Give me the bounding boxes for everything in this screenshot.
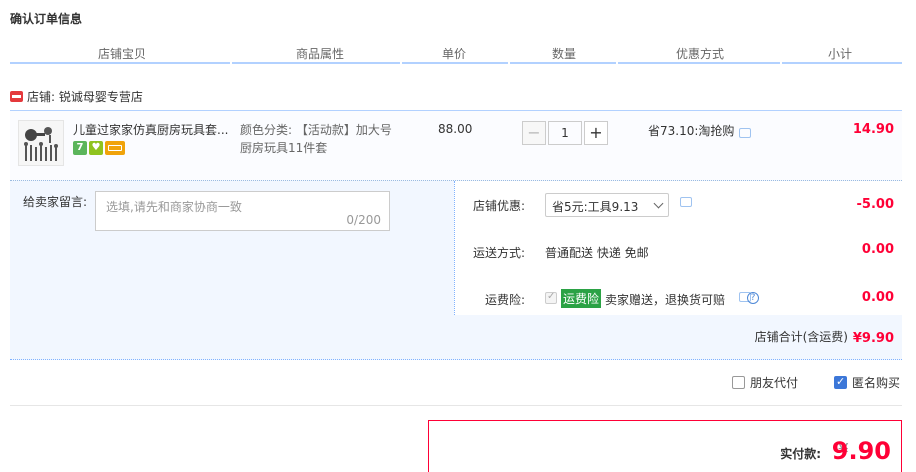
promo-method: 省73.10:淘抢购 (648, 122, 752, 139)
shipping-amount: 0.00 (861, 242, 894, 257)
section-title: 确认订单信息 (10, 12, 83, 26)
sku-line: 颜色分类: 【活动款】加大号 (240, 123, 392, 137)
shipping-label: 运送方式: (472, 246, 525, 260)
order-details: 给卖家留言: 选填,请先和商家协商一致 0/200 店铺优惠: 省5元:工具9.… (10, 180, 902, 360)
shop-name[interactable]: 店铺: 锐诚母婴专营店 (27, 88, 143, 105)
column-label: 店铺宝贝 (98, 47, 147, 61)
item-subtotal: 14.90 (852, 122, 894, 137)
seller-message-input[interactable]: 选填,请先和商家协商一致 0/200 (95, 191, 390, 231)
chat-icon[interactable] (680, 197, 692, 207)
column-label: 数量 (552, 47, 577, 61)
product-title[interactable]: 儿童过家家仿真厨房玩具套... (73, 121, 233, 138)
heart-icon[interactable]: ♥ (89, 141, 103, 155)
product-attributes: 颜色分类: 【活动款】加大号 厨房玩具11件套 (240, 121, 410, 157)
increase-button[interactable]: + (584, 121, 608, 145)
7-day-return-icon[interactable]: 7 (73, 141, 87, 155)
insurance-desc: 卖家赠送，退换货可赔 (605, 293, 726, 307)
promo-text: 省73.10:淘抢购 (648, 124, 735, 138)
divider (10, 405, 902, 406)
help-icon[interactable]: ? (747, 292, 759, 304)
insurance-amount: 0.00 (861, 290, 894, 305)
unit-price: 88.00 (438, 122, 473, 136)
shop-discount-selected: 省5元:工具9.13 (552, 200, 639, 214)
shipping-method: 普通配送 快递 免邮 (545, 246, 649, 260)
message-placeholder: 选填,请先和商家协商一致 (106, 200, 242, 214)
message-char-count: 0/200 (346, 213, 381, 227)
column-header-item: 店铺宝贝 (10, 36, 230, 64)
friend-pay-label: 朋友代付 (750, 376, 799, 390)
product-thumbnail[interactable] (18, 120, 64, 166)
insurance-tag: 运费险 (561, 289, 602, 308)
friend-pay-option[interactable]: 朋友代付 (732, 374, 798, 391)
shop-discount-select[interactable]: 省5元:工具9.13 (545, 193, 669, 217)
friend-pay-checkbox[interactable] (732, 376, 745, 389)
chat-icon[interactable] (739, 127, 752, 138)
service-badges: 7 ♥ (73, 141, 125, 155)
column-header-promo: 优惠方式 (618, 36, 780, 64)
insurance-label: 运费险: (484, 293, 525, 307)
chevron-down-icon (653, 198, 664, 209)
order-item-row: 儿童过家家仿真厨房玩具套... 7 ♥ 颜色分类: 【活动款】加大号 厨房玩具1… (10, 110, 902, 180)
column-label: 商品属性 (296, 47, 345, 61)
sku-line: 厨房玩具11件套 (240, 141, 328, 155)
column-header-subtotal: 小计 (782, 36, 902, 64)
card-icon[interactable] (105, 141, 125, 155)
shop-row: 店铺: 锐诚母婴专营店 (10, 86, 143, 106)
payment-summary: 实付款: ¥ 9.90 (428, 420, 902, 472)
insurance-checkbox (545, 291, 557, 304)
anonymous-option[interactable]: 匿名购买 (834, 374, 900, 391)
order-summary-panel: 店铺优惠: 省5元:工具9.13 -5.00 运送方式: 普通配送 快递 免邮 … (454, 181, 902, 315)
column-header-quantity: 数量 (510, 36, 616, 64)
shop-discount-label: 店铺优惠: (472, 199, 525, 213)
anonymous-label: 匿名购买 (852, 376, 901, 390)
shop-discount-amount: -5.00 (856, 197, 894, 212)
shop-total-value: ¥9.90 (852, 331, 894, 346)
column-header-attributes: 商品属性 (232, 36, 400, 64)
message-label: 给卖家留言: (23, 195, 88, 209)
shop-icon (10, 90, 23, 102)
quantity-input[interactable]: 1 (548, 121, 582, 145)
column-header-price: 单价 (402, 36, 508, 64)
quantity-stepper: − 1 + (522, 121, 608, 145)
anonymous-checkbox[interactable] (834, 375, 847, 389)
decrease-button[interactable]: − (522, 121, 546, 145)
payment-amount: 9.90 (831, 437, 891, 465)
payment-label: 实付款: (780, 447, 821, 461)
column-label: 单价 (442, 47, 467, 61)
column-label: 小计 (828, 47, 853, 61)
shop-total-label: 店铺合计(含运费) (754, 330, 848, 344)
column-label: 优惠方式 (676, 47, 725, 61)
